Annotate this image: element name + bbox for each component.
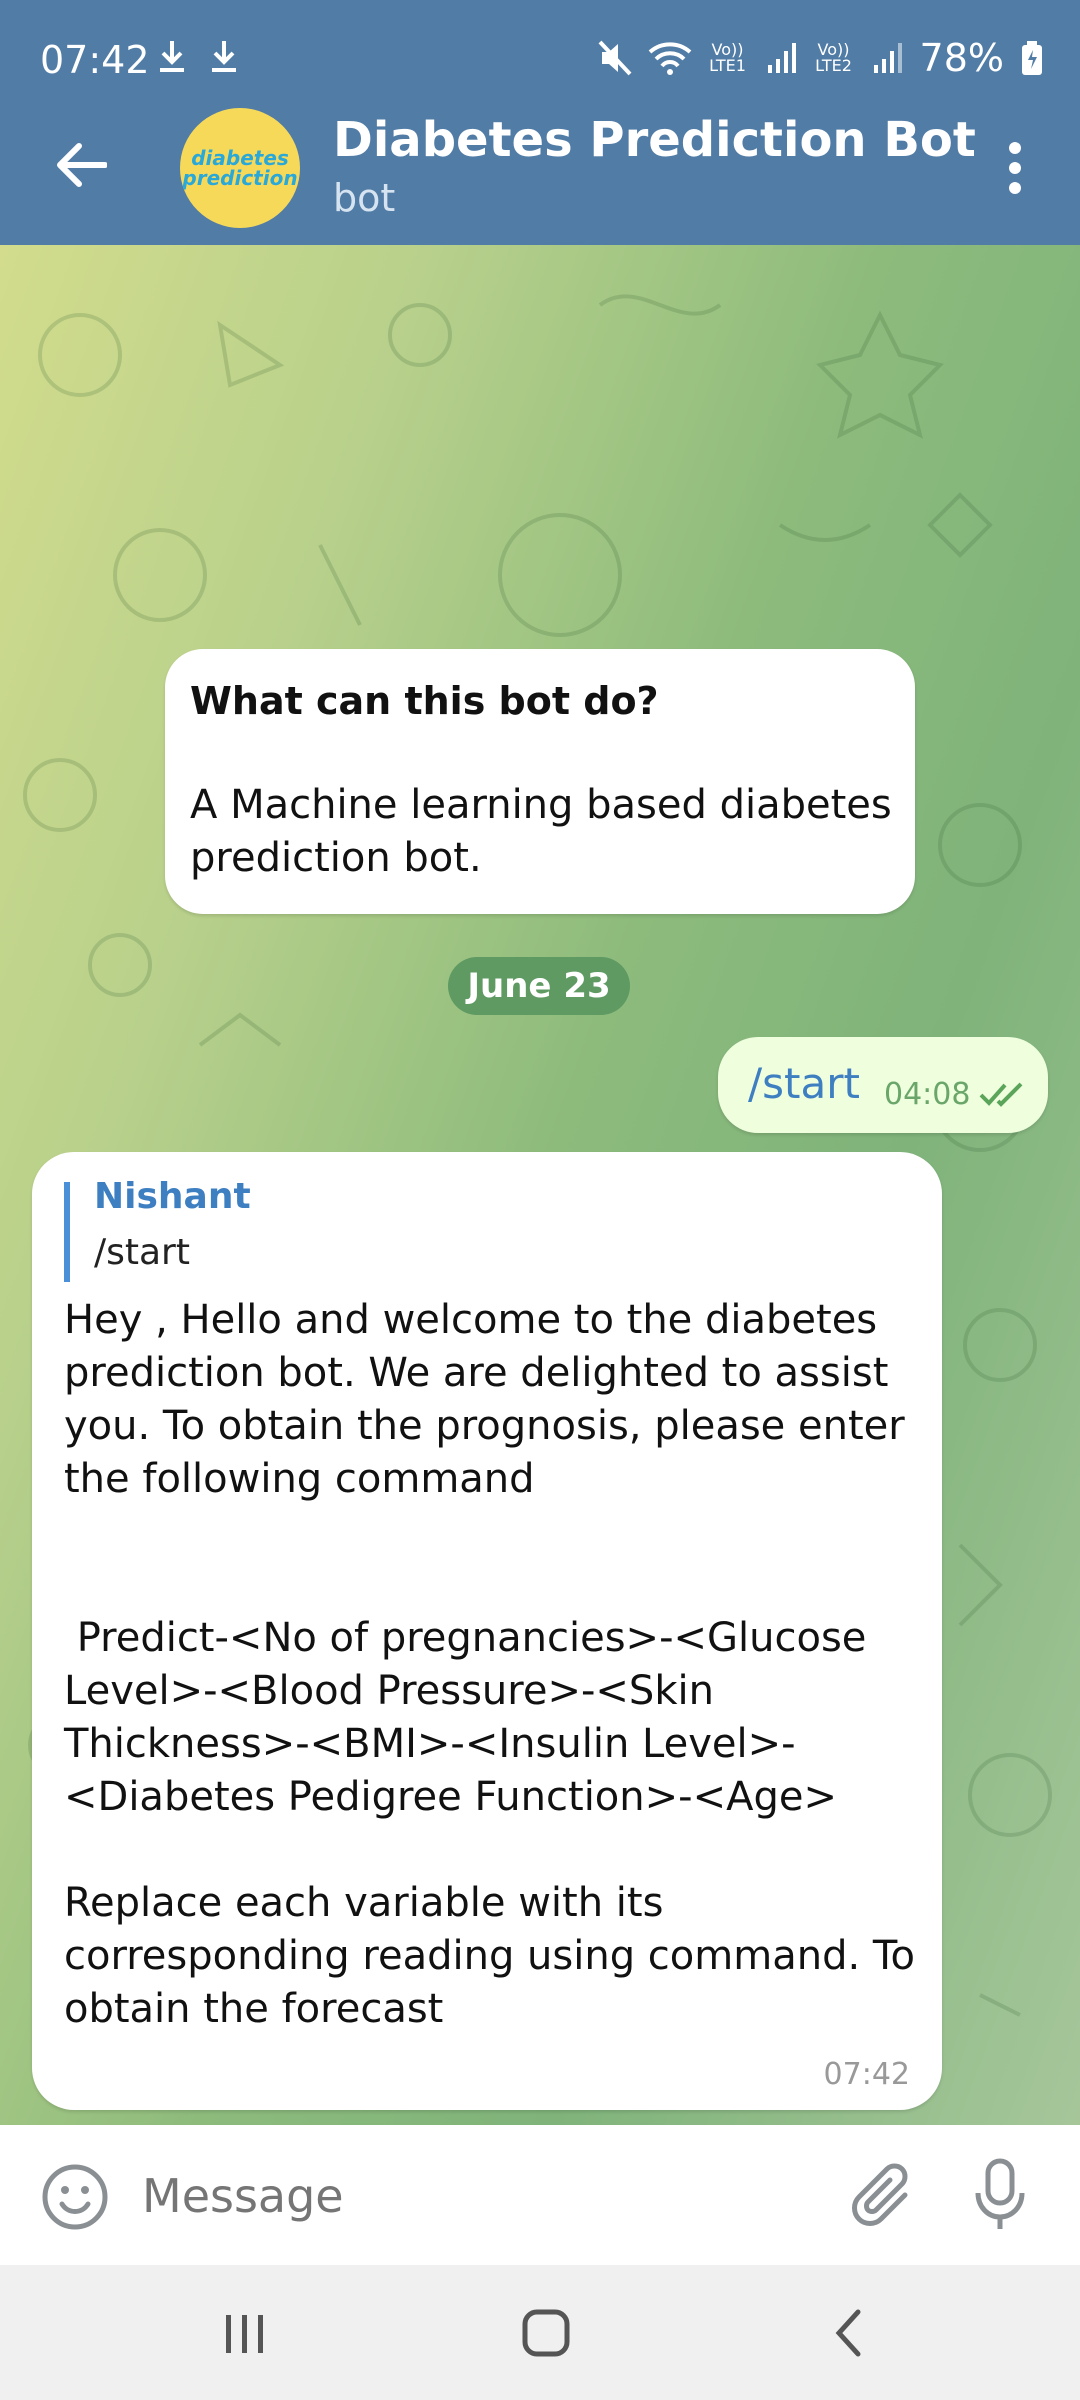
chat-subtitle: bot [333,176,396,220]
download-icon [207,36,241,76]
app-bar: diabetes prediction Diabetes Prediction … [0,100,1080,245]
status-time: 07:42 [40,38,150,82]
message-input-bar [0,2125,1080,2265]
chat-header: 07:42 Vo)) LTE1 Vo)) LTE2 78% diabetes p… [0,0,1080,245]
lte1-label: Vo)) LTE1 [709,40,746,75]
reply-quote-bar [64,1182,70,1282]
more-menu-button[interactable] [990,128,1040,208]
bot-avatar[interactable]: diabetes prediction [180,108,300,228]
chat-area[interactable]: What can this bot do? A Machine learning… [0,245,1080,2125]
incoming-message-time: 07:42 [823,2057,910,2092]
download-icon [155,36,189,76]
outgoing-message-text[interactable]: /start [748,1059,860,1108]
signal-icon [764,38,798,78]
back-button[interactable] [46,130,116,200]
bot-info-description: A Machine learning based diabetes predic… [190,782,892,881]
back-nav-button[interactable] [808,2295,888,2370]
home-button[interactable] [506,2295,586,2370]
smile-icon [42,2164,108,2230]
system-nav-bar [0,2265,1080,2400]
home-icon [522,2309,570,2356]
recent-apps-icon [226,2314,263,2353]
outgoing-message-time: 04:08 [884,1077,971,1112]
chevron-left-icon [835,2309,861,2356]
recent-apps-button[interactable] [205,2295,285,2370]
emoji-button[interactable] [40,2162,110,2232]
date-separator: June 23 [448,957,630,1015]
battery-percent: 78% [919,36,1004,80]
message-input[interactable] [140,2165,784,2227]
voice-record-button[interactable] [970,2155,1040,2235]
incoming-message-text: Hey , Hello and welcome to the diabetes … [64,1297,915,2032]
double-check-icon [979,1082,1023,1107]
incoming-message[interactable]: Nishant /start Hey , Hello and welcome t… [32,1152,942,2110]
attach-button[interactable] [845,2157,915,2237]
reply-author[interactable]: Nishant [94,1176,251,1217]
wifi-icon [648,38,692,78]
outgoing-message[interactable]: /start 04:08 [718,1037,1048,1133]
reply-quoted-text[interactable]: /start [94,1232,190,1273]
bot-info-title: What can this bot do? [190,679,659,723]
signal-icon [870,38,904,78]
lte2-label: Vo)) LTE2 [815,40,852,75]
avatar-logo-text: diabetes prediction [182,146,298,190]
chat-title[interactable]: Diabetes Prediction Bot [333,112,976,168]
battery-icon [1020,38,1044,78]
arrow-left-icon [57,143,107,187]
more-vertical-icon [1009,142,1021,194]
bot-info-card: What can this bot do? A Machine learning… [165,649,915,914]
paperclip-icon [852,2163,908,2226]
mute-icon [598,38,632,78]
microphone-icon [975,2158,1025,2229]
